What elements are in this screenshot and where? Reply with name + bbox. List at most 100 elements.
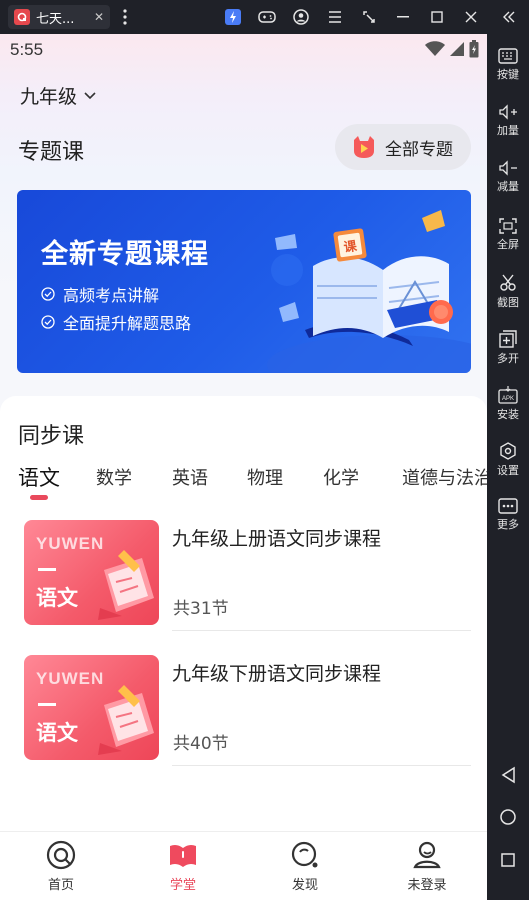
status-bar: 5:55 bbox=[0, 34, 487, 68]
boost-icon[interactable] bbox=[222, 6, 244, 28]
sidebar-more-button[interactable]: 更多 bbox=[487, 498, 529, 532]
home-icon bbox=[46, 840, 76, 870]
sidebar-multi-instance-button[interactable]: 多开 bbox=[487, 330, 529, 366]
sidebar-install-apk-button[interactable]: APK 安装 bbox=[487, 386, 529, 422]
apk-install-icon: APK bbox=[498, 386, 518, 404]
sidebar-label: 截图 bbox=[497, 296, 519, 309]
hamburger-menu-icon[interactable] bbox=[324, 6, 346, 28]
status-time: 5:55 bbox=[10, 40, 44, 59]
tab-english[interactable]: 英语 bbox=[172, 464, 208, 490]
thumbnail-cn-text: 语文 bbox=[36, 586, 78, 610]
emulator-sidebar: 按键 加量 减量 全屏 截图 多开 APK 安装 设置 更多 bbox=[487, 34, 529, 900]
multi-instance-icon bbox=[499, 330, 517, 348]
thumbnail-en-text: YUWEN bbox=[36, 669, 105, 688]
course-title: 九年级下册语文同步课程 bbox=[172, 663, 382, 685]
course-lesson-count: 共40节 bbox=[173, 734, 229, 754]
sidebar-label: 设置 bbox=[497, 464, 519, 477]
divider bbox=[172, 630, 471, 631]
course-title: 九年级上册语文同步课程 bbox=[172, 528, 382, 550]
course-thumbnail: YUWEN 语文 bbox=[24, 655, 159, 760]
nav-home[interactable]: 首页 bbox=[21, 840, 101, 893]
chevron-down-icon bbox=[84, 91, 96, 99]
check-circle-icon bbox=[41, 287, 55, 301]
sync-courses-card: 同步课 语文 数学 英语 物理 化学 道德与法治 YUWEN 语文 九年级上册语… bbox=[0, 396, 487, 900]
sidebar-screenshot-button[interactable]: 截图 bbox=[487, 274, 529, 310]
grade-selector[interactable]: 九年级 bbox=[20, 82, 97, 109]
nav-label: 未登录 bbox=[407, 878, 447, 893]
sidebar-label: 加量 bbox=[497, 124, 519, 137]
account-icon[interactable] bbox=[290, 6, 312, 28]
tab-title: 七天... bbox=[36, 11, 75, 27]
banner-bullet: 高频考点讲解 bbox=[41, 282, 159, 306]
app-logo-icon bbox=[14, 9, 30, 25]
collapse-sidebar-icon[interactable] bbox=[498, 6, 520, 28]
tab-math[interactable]: 数学 bbox=[96, 464, 132, 490]
divider bbox=[172, 765, 471, 766]
nav-profile[interactable]: 未登录 bbox=[387, 840, 467, 893]
android-back-button[interactable] bbox=[487, 766, 529, 784]
svg-text:APK: APK bbox=[502, 396, 514, 402]
thumbnail-dash bbox=[38, 703, 56, 706]
sidebar-settings-button[interactable]: 设置 bbox=[487, 442, 529, 478]
sidebar-label: 安装 bbox=[497, 408, 519, 421]
banner-title: 全新专题课程 bbox=[41, 239, 209, 270]
sidebar-label: 更多 bbox=[497, 518, 519, 531]
menu-dots-icon[interactable] bbox=[114, 6, 136, 28]
window-snap-icon[interactable] bbox=[358, 6, 380, 28]
fullscreen-icon bbox=[499, 218, 517, 234]
user-icon bbox=[413, 841, 441, 869]
nav-label: 发现 bbox=[291, 878, 318, 893]
tab-morality-law[interactable]: 道德与法治 bbox=[402, 464, 487, 490]
emulator-title-bar: 七天... ✕ bbox=[0, 0, 529, 34]
nav-label: 学堂 bbox=[169, 878, 196, 893]
scissors-icon bbox=[500, 274, 516, 291]
banner-bullet-text: 高频考点讲解 bbox=[63, 286, 160, 305]
all-topics-label: 全部专题 bbox=[385, 139, 453, 160]
bottom-navigation: 首页 学堂 发现 未登录 bbox=[0, 831, 487, 900]
discover-icon bbox=[291, 841, 318, 868]
book-icon bbox=[170, 844, 196, 867]
sidebar-volume-up-button[interactable]: 加量 bbox=[487, 104, 529, 138]
course-item[interactable]: YUWEN 语文 九年级上册语文同步课程 共31节 bbox=[24, 520, 471, 632]
tab-physics[interactable]: 物理 bbox=[247, 464, 283, 490]
nav-study[interactable]: 学堂 bbox=[143, 840, 223, 893]
phone-screen: 5:55 九年级 专题课 全部专题 课 全新专题课程 高频考点讲解 全面提升解题… bbox=[0, 34, 487, 900]
maximize-icon[interactable] bbox=[426, 6, 448, 28]
banner-bullet: 全面提升解题思路 bbox=[41, 310, 191, 334]
sync-section-title: 同步课 bbox=[18, 424, 85, 449]
nav-label: 首页 bbox=[47, 878, 74, 893]
more-icon bbox=[498, 498, 518, 514]
app-tab[interactable]: 七天... ✕ bbox=[8, 5, 110, 29]
close-window-icon[interactable] bbox=[460, 6, 482, 28]
course-thumbnail: YUWEN 语文 bbox=[24, 520, 159, 625]
sidebar-label: 按键 bbox=[497, 68, 519, 81]
course-item[interactable]: YUWEN 语文 九年级下册语文同步课程 共40节 bbox=[24, 655, 471, 767]
sidebar-volume-down-button[interactable]: 减量 bbox=[487, 160, 529, 194]
android-recents-button[interactable] bbox=[487, 852, 529, 868]
subject-tabs: 语文 数学 英语 物理 化学 道德与法治 bbox=[0, 460, 487, 500]
minimize-icon[interactable] bbox=[392, 6, 414, 28]
active-tab-indicator bbox=[30, 495, 48, 500]
all-topics-button[interactable]: 全部专题 bbox=[335, 124, 471, 170]
course-lesson-count: 共31节 bbox=[173, 599, 229, 619]
settings-icon bbox=[500, 442, 516, 460]
thumbnail-cn-text: 语文 bbox=[36, 721, 78, 745]
tab-close-icon[interactable]: ✕ bbox=[94, 10, 104, 24]
tab-chinese[interactable]: 语文 bbox=[18, 462, 60, 492]
sidebar-keymap-button[interactable]: 按键 bbox=[487, 48, 529, 82]
recents-square-icon bbox=[501, 853, 515, 867]
nav-discover[interactable]: 发现 bbox=[265, 840, 345, 893]
sidebar-fullscreen-button[interactable]: 全屏 bbox=[487, 218, 529, 252]
keyboard-icon bbox=[498, 48, 518, 64]
tab-chemistry[interactable]: 化学 bbox=[323, 464, 359, 490]
gamepad-icon[interactable] bbox=[256, 6, 278, 28]
sidebar-label: 全屏 bbox=[497, 238, 519, 251]
android-home-button[interactable] bbox=[487, 808, 529, 826]
banner-bullet-text: 全面提升解题思路 bbox=[63, 314, 192, 333]
topics-banner[interactable]: 课 全新专题课程 高频考点讲解 全面提升解题思路 bbox=[17, 190, 471, 373]
sidebar-label: 减量 bbox=[497, 180, 519, 193]
battery-icon bbox=[469, 40, 479, 58]
thumbnail-dash bbox=[38, 568, 56, 571]
signal-icon bbox=[450, 42, 464, 56]
topics-section-title: 专题课 bbox=[18, 140, 85, 165]
